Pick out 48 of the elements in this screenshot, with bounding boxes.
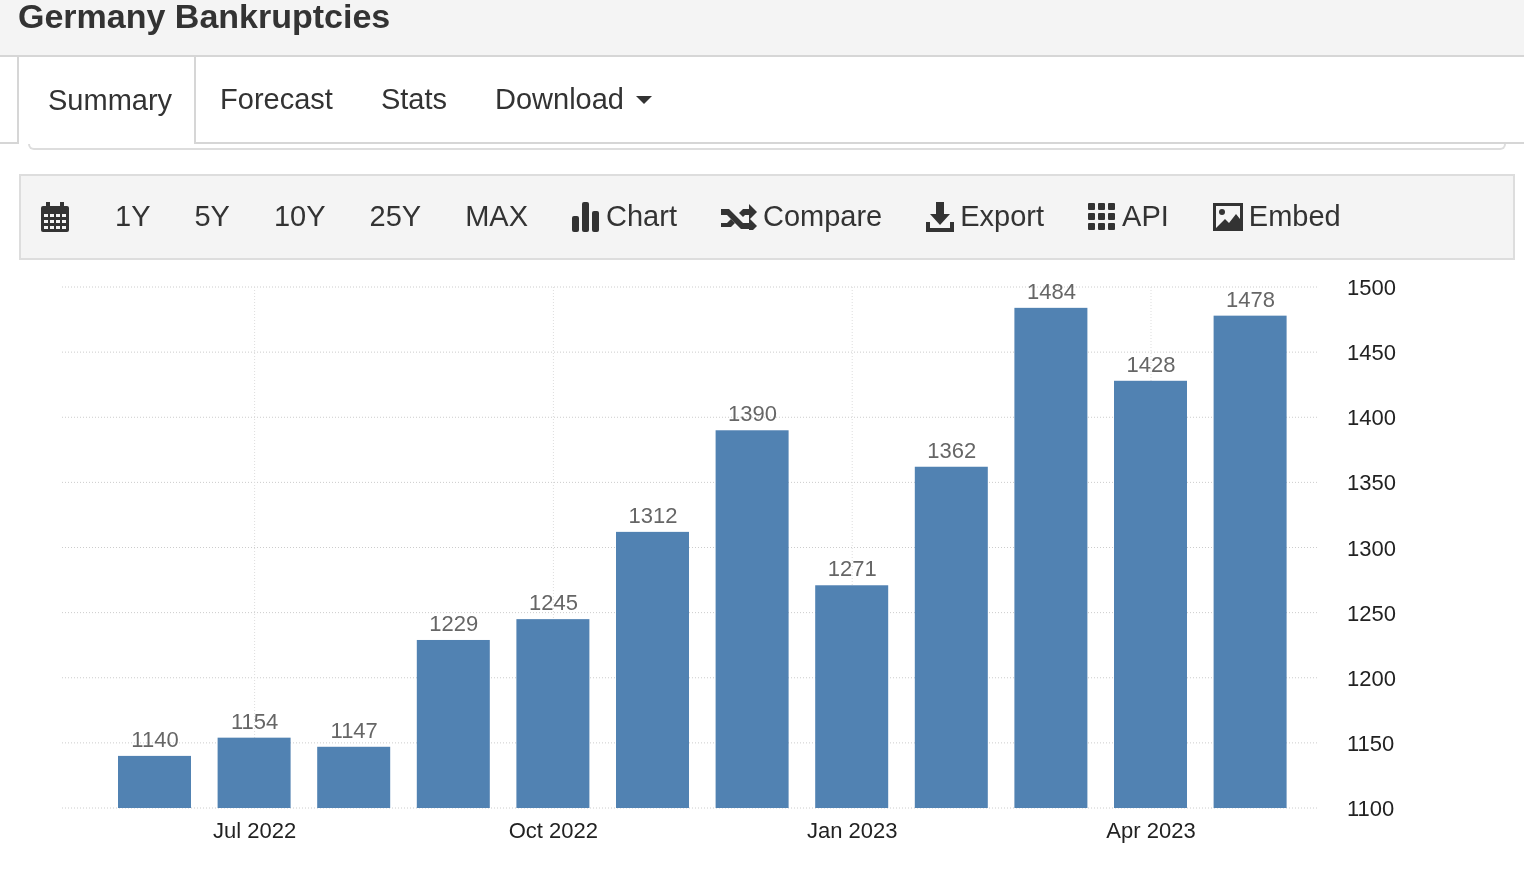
x-axis-label: Jan 2023 <box>806 818 898 843</box>
api-button[interactable]: API <box>1088 195 1169 239</box>
y-axis-label: 1350 <box>1347 470 1396 496</box>
compare-button[interactable]: Compare <box>720 195 883 239</box>
bar-value-label: 1312 <box>628 502 678 528</box>
bar-chart-icon <box>572 202 601 232</box>
tab[interactable]: Summary <box>17 57 197 144</box>
dropdown-tab[interactable]: Download <box>471 57 676 142</box>
y-axis-label: 1100 <box>1347 796 1395 821</box>
bar-value-label: 1271 <box>827 556 877 582</box>
calendar-icon <box>41 202 69 232</box>
y-axis-label: 1300 <box>1347 535 1396 561</box>
range-button[interactable]: 10Y <box>273 195 326 239</box>
bar-value-label: 1428 <box>1126 351 1176 377</box>
bar-value-label: 1390 <box>728 401 778 427</box>
caret-icon <box>636 95 652 104</box>
y-axis-label: 1200 <box>1347 665 1396 691</box>
tab[interactable]: Forecast <box>196 57 357 142</box>
shuffle-icon <box>720 204 757 230</box>
range-button[interactable]: 1Y <box>115 195 151 239</box>
y-axis-label: 1400 <box>1347 405 1396 431</box>
bar-value-label: 1229 <box>429 611 479 636</box>
bar-value-label: 1245 <box>528 590 578 616</box>
bar-value-label: 1147 <box>330 717 378 743</box>
y-axis-label: 1450 <box>1347 340 1396 366</box>
range-button[interactable]: 25Y <box>369 195 422 239</box>
x-axis-label: Oct 2022 <box>508 818 599 843</box>
page-title: Germany Bankruptcies <box>18 0 392 33</box>
bar-value-label: 1484 <box>1026 278 1076 304</box>
bar-value-label: 1140 <box>131 726 179 752</box>
x-axis-label: Apr 2023 <box>1106 818 1196 843</box>
range-button[interactable]: MAX <box>465 195 529 239</box>
calendar-button[interactable] <box>41 202 69 232</box>
y-axis-label: 1500 <box>1347 275 1396 300</box>
image-icon <box>1212 203 1243 231</box>
grid-icon <box>1088 203 1117 231</box>
embed-button[interactable]: Embed <box>1212 195 1341 239</box>
y-axis-label: 1150 <box>1347 730 1395 756</box>
download-icon <box>926 202 955 232</box>
export-button[interactable]: Export <box>926 195 1045 239</box>
y-axis-label: 1250 <box>1347 600 1396 626</box>
bar-value-label: 1154 <box>230 708 279 734</box>
bar-value-label: 1478 <box>1226 286 1276 312</box>
x-axis-label: Jul 2022 <box>213 818 297 843</box>
range-button[interactable]: 5Y <box>194 195 230 239</box>
bar-value-label: 1362 <box>927 437 977 463</box>
chart-button[interactable]: Chart <box>572 195 677 239</box>
tab[interactable]: Stats <box>356 57 471 142</box>
